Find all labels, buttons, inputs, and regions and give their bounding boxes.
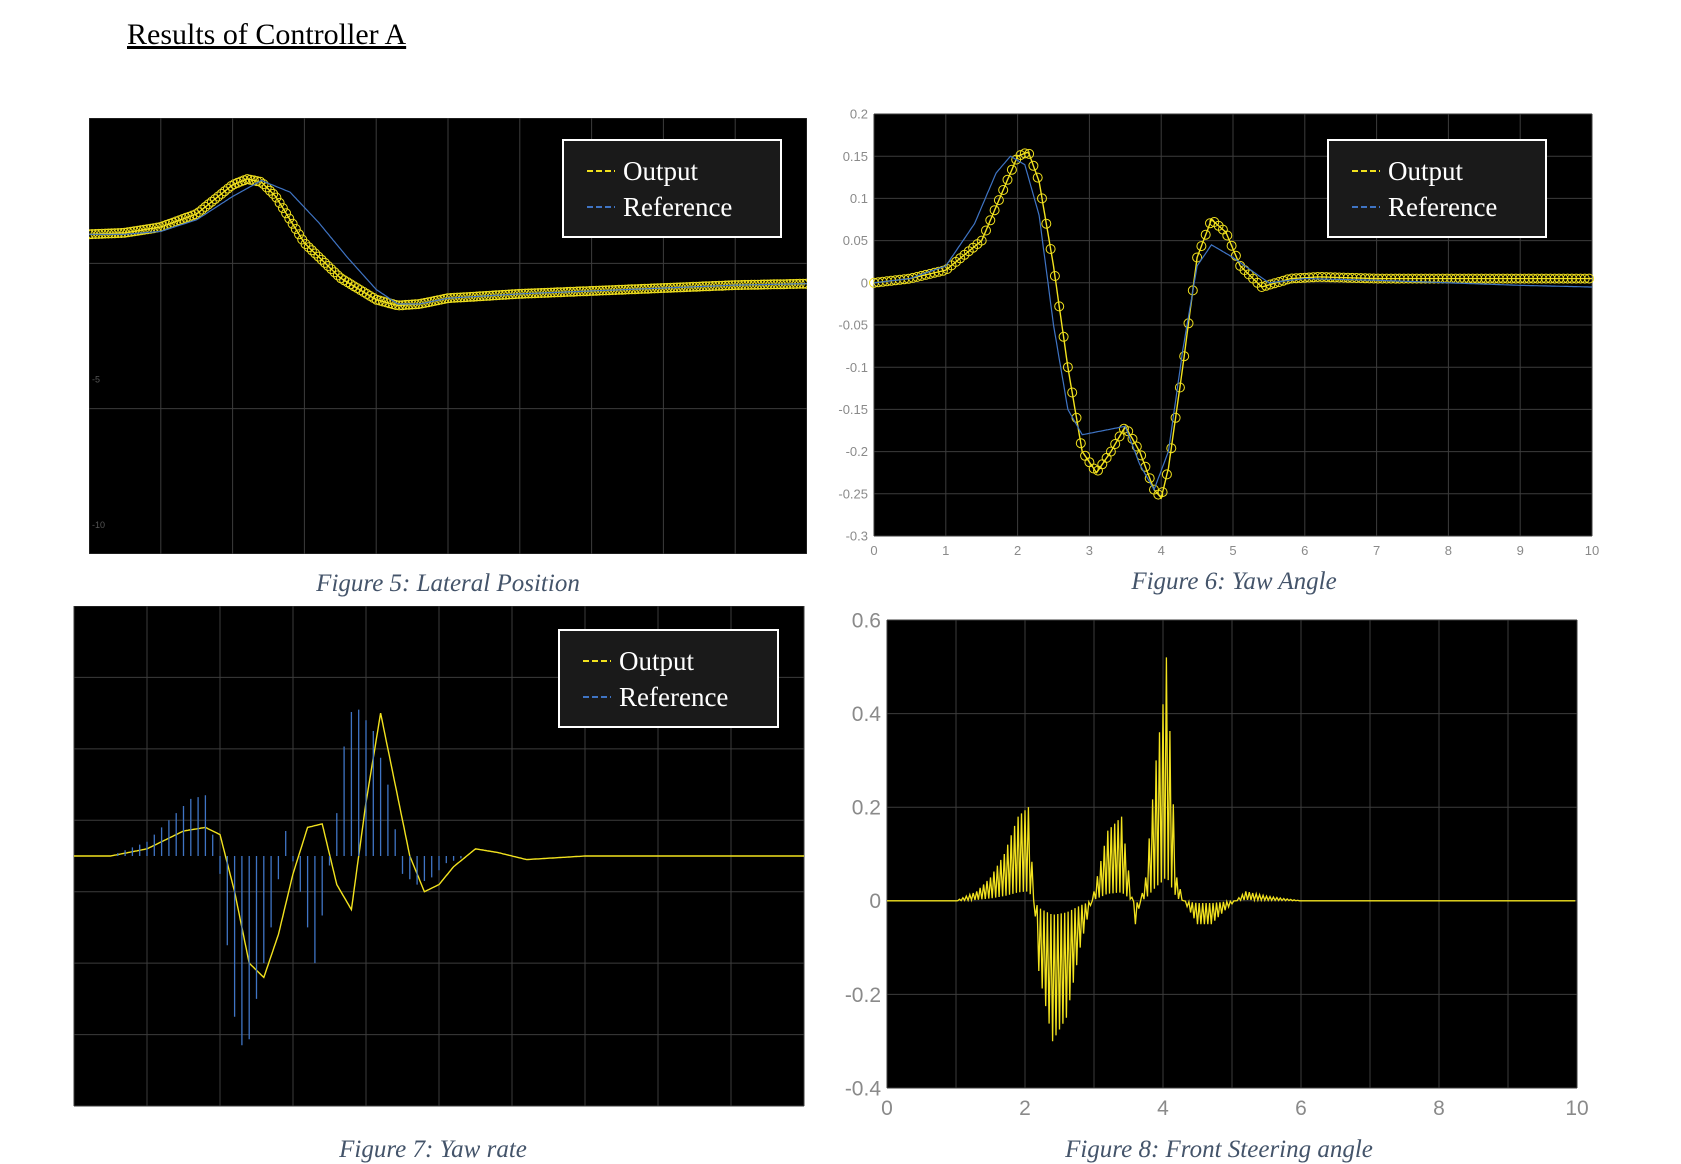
- fig6-x-tick-label: 6: [1301, 543, 1308, 558]
- fig5-legend-box: [562, 139, 782, 238]
- fig8-x-tick-label: 10: [1565, 1097, 1588, 1120]
- fig8-y-tick-label: -0.2: [845, 984, 881, 1007]
- fig5-legend: Output Reference: [562, 139, 782, 238]
- figure-5-caption: Figure 5: Lateral Position: [316, 570, 580, 597]
- fig6-y-tick-label: -0.1: [846, 360, 868, 375]
- fig5-legend-reference-label: Reference: [623, 192, 732, 222]
- fig8-y-tick-label: 0: [869, 890, 881, 913]
- fig6-x-tick-label: 2: [1014, 543, 1021, 558]
- fig6-y-tick-label: -0.2: [846, 444, 868, 459]
- fig5-legend-output-label: Output: [623, 156, 699, 186]
- fig8-y-tick-label: -0.4: [845, 1077, 882, 1100]
- fig6-x-tick-label: 10: [1585, 543, 1599, 558]
- fig6-x-tick-label: 8: [1445, 543, 1452, 558]
- fig6-legend: Output Reference: [1327, 139, 1547, 238]
- fig8-x-tick-label: 0: [881, 1097, 893, 1120]
- fig6-x-tick-label: 1: [942, 543, 949, 558]
- fig6-y-tick-label: 0: [861, 275, 868, 290]
- fig8-x-tick-label: 6: [1295, 1097, 1307, 1120]
- fig6-y-tick-label: -0.05: [838, 318, 868, 333]
- figure-7-yaw-rate-plot: Output Reference: [73, 606, 805, 1107]
- figure-7-caption: Figure 7: Yaw rate: [339, 1136, 527, 1163]
- fig6-x-tick-label: 5: [1229, 543, 1236, 558]
- fig8-x-tick-label: 8: [1433, 1097, 1445, 1120]
- fig7-legend-output-label: Output: [619, 646, 695, 676]
- fig6-x-tick-label: 4: [1158, 543, 1165, 558]
- fig7-legend: Output Reference: [558, 629, 779, 728]
- figure-5-lateral-position-plot: -5 -10 Output Reference: [89, 118, 807, 554]
- fig6-x-tick-label: 9: [1517, 543, 1524, 558]
- figure-6-yaw-angle-plot: 0 1 2 3 4 5 6 7 8 9 10 0.2 0.15 0.1 0.05 0 -0.05 -0.1 -0.1…: [838, 107, 1599, 558]
- fig8-y-tick-label: 0.2: [852, 797, 881, 820]
- fig7-legend-box: [558, 629, 779, 728]
- fig7-legend-reference-label: Reference: [619, 682, 728, 712]
- fig6-x-tick-label: 0: [870, 543, 877, 558]
- fig6-y-tick-label: -0.15: [838, 402, 868, 417]
- fig6-y-tick-label: -0.25: [838, 486, 868, 501]
- fig5-y-tick-label: -10: [92, 520, 105, 530]
- fig5-y-tick-label: -5: [92, 375, 100, 385]
- fig6-x-tick-label: 3: [1086, 543, 1093, 558]
- figure-8-front-steering-angle-plot: 0 2 4 6 8 10 0.6 0.4 0.2 0 -0.2 -0.4: [845, 610, 1589, 1120]
- figure-6-caption: Figure 6: Yaw Angle: [1131, 568, 1337, 595]
- fig8-x-tick-label: 2: [1019, 1097, 1031, 1120]
- fig6-y-tick-label: 0.05: [843, 233, 868, 248]
- fig6-legend-box: [1327, 139, 1547, 238]
- fig6-y-tick-label: 0.15: [843, 149, 868, 164]
- fig8-x-tick-label: 4: [1157, 1097, 1169, 1120]
- fig6-legend-output-label: Output: [1388, 156, 1464, 186]
- fig6-x-tick-label: 7: [1373, 543, 1380, 558]
- page-title: Results of Controller A: [127, 18, 407, 51]
- fig6-y-tick-label: -0.3: [846, 529, 868, 544]
- fig6-y-tick-label: 0.2: [850, 107, 868, 122]
- fig8-y-tick-label: 0.6: [852, 610, 881, 632]
- fig6-y-tick-label: 0.1: [850, 191, 868, 206]
- fig6-legend-reference-label: Reference: [1388, 192, 1497, 222]
- figure-8-caption: Figure 8: Front Steering angle: [1065, 1136, 1373, 1163]
- fig8-y-tick-label: 0.4: [852, 703, 882, 726]
